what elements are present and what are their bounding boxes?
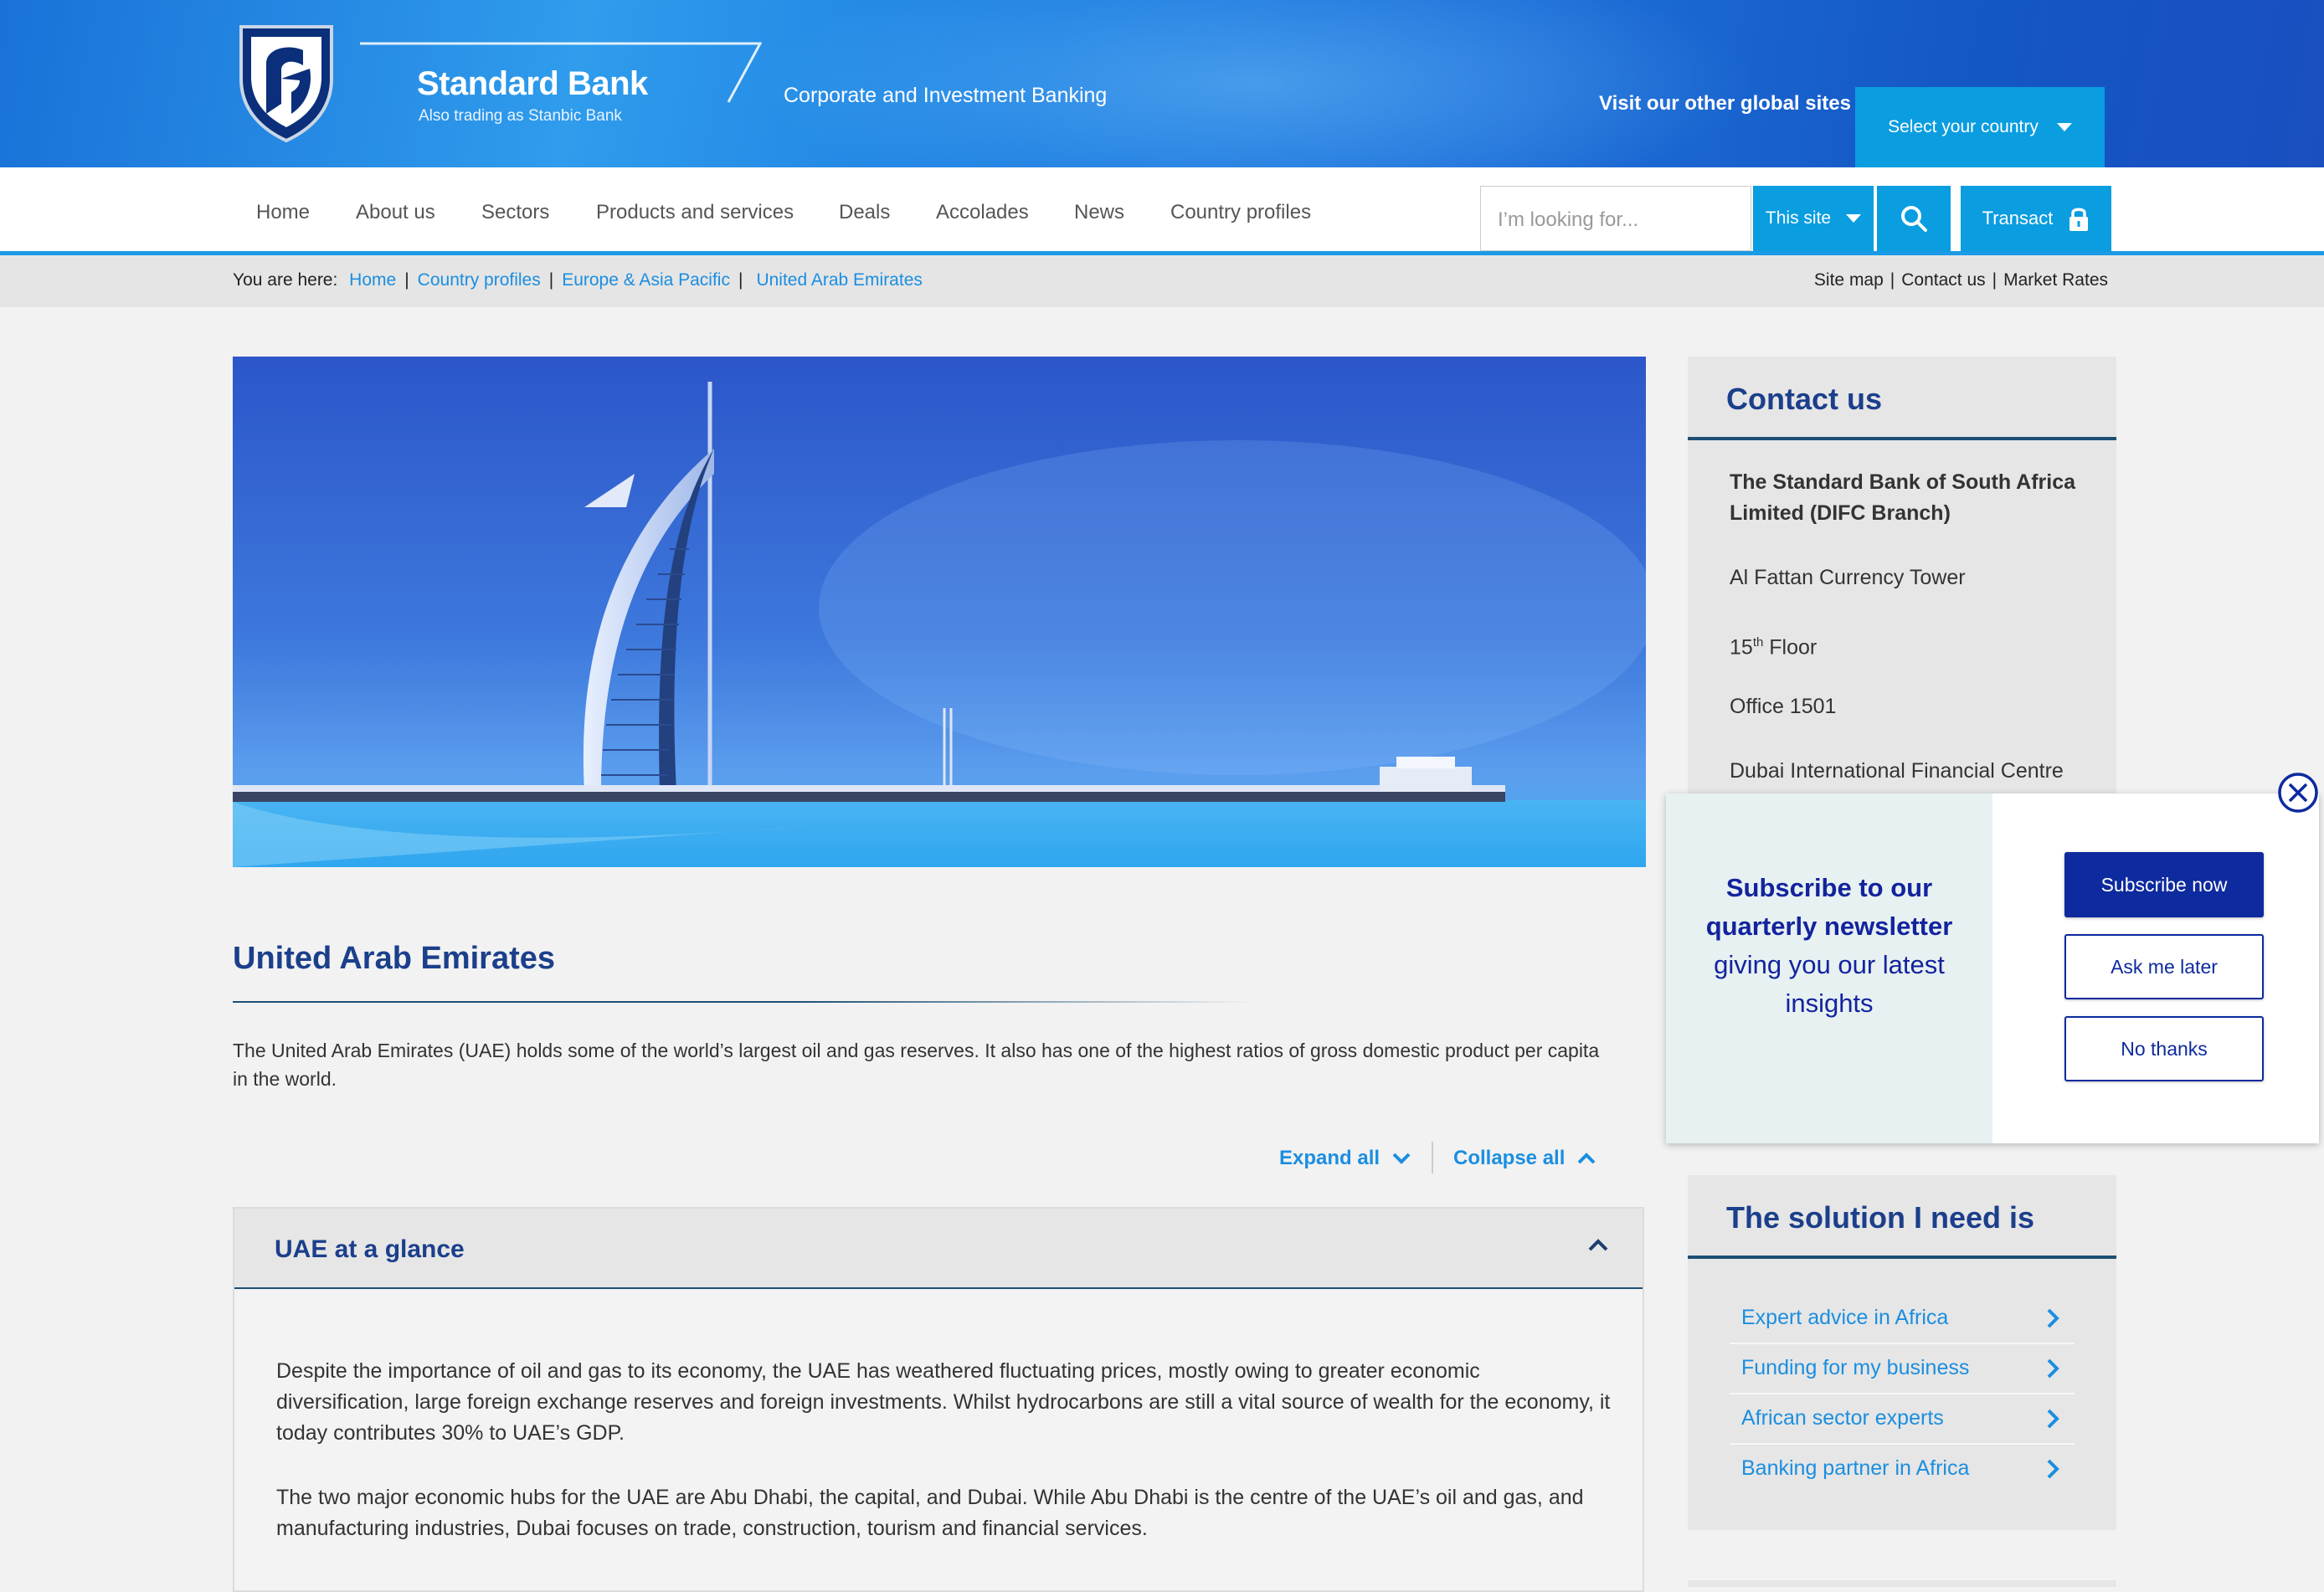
breadcrumb-europe-asia-pacific[interactable]: Europe & Asia Pacific bbox=[562, 270, 730, 290]
header-banner: Standard Bank Also trading as Stanbic Ba… bbox=[0, 0, 2324, 167]
expand-all-link[interactable]: Expand all bbox=[1279, 1147, 1411, 1170]
accordion-title: UAE at a glance bbox=[275, 1235, 465, 1263]
collapse-all-link[interactable]: Collapse all bbox=[1453, 1147, 1596, 1170]
breadcrumb-bar: You are here: Home | Country profiles | Euro… bbox=[0, 255, 2324, 307]
brand-subtitle: Also trading as Stanbic Bank bbox=[419, 107, 622, 125]
global-sites-label: Visit our other global sites bbox=[1599, 92, 1851, 115]
contact-organisation: The Standard Bank of South Africa Limite… bbox=[1730, 470, 2076, 525]
chevron-down-icon bbox=[2056, 123, 2072, 131]
floor-suffix: th bbox=[1752, 635, 1764, 650]
chevron-up-icon bbox=[1577, 1153, 1596, 1164]
transact-button[interactable]: Transact bbox=[1961, 186, 2111, 251]
transact-label: Transact bbox=[1982, 208, 2054, 229]
solution-title: The solution I need is bbox=[1726, 1200, 2035, 1235]
expand-all-label: Expand all bbox=[1279, 1147, 1381, 1169]
country-select-label: Select your country bbox=[1888, 117, 2039, 136]
breadcrumb-separator: | bbox=[738, 270, 743, 290]
newsletter-headline: Subscribe to our quarterly newsletter bbox=[1705, 873, 1953, 941]
chevron-right-icon bbox=[2047, 1358, 2059, 1379]
nav-sectors[interactable]: Sectors bbox=[481, 201, 549, 224]
chevron-down-icon bbox=[1392, 1153, 1411, 1164]
nav-accolades[interactable]: Accolades bbox=[936, 201, 1029, 224]
breadcrumb: You are here: Home | Country profiles | Euro… bbox=[233, 270, 923, 290]
search-input[interactable]: I’m looking for... bbox=[1480, 186, 1751, 251]
solution-item-label: Banking partner in Africa bbox=[1741, 1456, 1970, 1480]
country-select[interactable]: Select your country bbox=[1855, 87, 2105, 167]
accordion-paragraph: Despite the importance of oil and gas to… bbox=[276, 1359, 1611, 1445]
lock-icon bbox=[2069, 208, 2089, 231]
breadcrumb-prefix: You are here: bbox=[233, 270, 338, 290]
page-title: United Arab Emirates bbox=[233, 941, 556, 976]
contact-floor: 15th Floor bbox=[1730, 627, 2098, 663]
subscribe-now-button[interactable]: Subscribe now bbox=[2064, 852, 2264, 917]
contact-us-link[interactable]: Contact us bbox=[1901, 270, 1985, 290]
chevron-right-icon bbox=[2047, 1308, 2059, 1328]
accordion-paragraph: The two major economic hubs for the UAE … bbox=[276, 1486, 1584, 1540]
contact-centre: Dubai International Financial Centre bbox=[1730, 759, 2064, 783]
chevron-right-icon bbox=[2047, 1459, 2059, 1479]
search-button[interactable] bbox=[1877, 186, 1951, 251]
nav-news[interactable]: News bbox=[1074, 201, 1124, 224]
contact-us-title: Contact us bbox=[1726, 382, 1883, 416]
utility-separator: | bbox=[1890, 270, 1895, 290]
solution-item-label: African sector experts bbox=[1741, 1406, 1944, 1430]
no-thanks-button[interactable]: No thanks bbox=[2064, 1016, 2264, 1081]
nav-home[interactable]: Home bbox=[256, 201, 310, 224]
newsletter-message: Subscribe to our quarterly newsletter gi… bbox=[1691, 869, 1967, 1023]
brand-name: Standard Bank bbox=[417, 65, 648, 102]
floor-number: 15 bbox=[1730, 635, 1753, 660]
chevron-down-icon bbox=[1846, 214, 1862, 223]
breadcrumb-separator: | bbox=[548, 270, 554, 290]
accordion-uae-at-a-glance: UAE at a glance Despite the importance o… bbox=[233, 1207, 1644, 1592]
next-sidebar-panel bbox=[1688, 1580, 2116, 1587]
nav-products-and-services[interactable]: Products and services bbox=[596, 201, 794, 224]
accordion-header[interactable]: UAE at a glance bbox=[234, 1209, 1643, 1289]
solution-item-expert-advice[interactable]: Expert advice in Africa bbox=[1730, 1294, 2075, 1344]
link-divider bbox=[1432, 1142, 1433, 1173]
utility-links: Site map | Contact us | Market Rates bbox=[1814, 270, 2108, 290]
main-nav: Home About us Sectors Products and servi… bbox=[0, 167, 2324, 255]
market-rates-link[interactable]: Market Rates bbox=[2003, 270, 2108, 290]
search-scope-label: This site bbox=[1765, 208, 1832, 228]
floor-word: Floor bbox=[1763, 635, 1818, 660]
nav-country-profiles[interactable]: Country profiles bbox=[1170, 201, 1311, 224]
chevron-right-icon bbox=[2047, 1409, 2059, 1429]
breadcrumb-home[interactable]: Home bbox=[349, 270, 396, 290]
newsletter-subline: giving you our latest insights bbox=[1714, 950, 1945, 1018]
close-icon[interactable] bbox=[2277, 772, 2319, 814]
solution-item-sector-experts[interactable]: African sector experts bbox=[1730, 1394, 2075, 1445]
solution-item-label: Expert advice in Africa bbox=[1741, 1306, 1949, 1329]
nav-deals[interactable]: Deals bbox=[839, 201, 890, 224]
breadcrumb-separator: | bbox=[404, 270, 409, 290]
search-scope-select[interactable]: This site bbox=[1753, 186, 1874, 251]
solution-panel: The solution I need is Expert advice in … bbox=[1688, 1175, 2116, 1530]
chevron-up-icon bbox=[1588, 1239, 1608, 1251]
ask-me-later-button[interactable]: Ask me later bbox=[2064, 934, 2264, 999]
site-map-link[interactable]: Site map bbox=[1814, 270, 1884, 290]
hero-image bbox=[233, 357, 1646, 867]
solution-item-label: Funding for my business bbox=[1741, 1356, 1970, 1379]
utility-separator: | bbox=[1992, 270, 1998, 290]
contact-office: Office 1501 bbox=[1730, 695, 1837, 718]
contact-address-line: Al Fattan Currency Tower bbox=[1730, 566, 1966, 589]
breadcrumb-current[interactable]: United Arab Emirates bbox=[756, 270, 922, 290]
division-tagline: Corporate and Investment Banking bbox=[784, 84, 1108, 107]
newsletter-message-panel: Subscribe to our quarterly newsletter gi… bbox=[1666, 793, 1992, 1143]
solution-header: The solution I need is bbox=[1688, 1175, 2116, 1259]
standard-bank-logo-icon[interactable] bbox=[233, 20, 340, 144]
solution-item-funding[interactable]: Funding for my business bbox=[1730, 1344, 2075, 1394]
solution-item-banking-partner[interactable]: Banking partner in Africa bbox=[1730, 1445, 2075, 1495]
search-icon bbox=[1901, 206, 1927, 232]
breadcrumb-country-profiles[interactable]: Country profiles bbox=[418, 270, 541, 290]
intro-paragraph: The United Arab Emirates (UAE) holds som… bbox=[233, 1040, 1600, 1090]
contact-us-panel: Contact us The Standard Bank of South Af… bbox=[1688, 357, 2116, 809]
nav-about-us[interactable]: About us bbox=[356, 201, 435, 224]
title-divider bbox=[233, 1001, 1254, 1003]
collapse-all-label: Collapse all bbox=[1453, 1147, 1566, 1169]
contact-us-header: Contact us bbox=[1688, 357, 2116, 440]
